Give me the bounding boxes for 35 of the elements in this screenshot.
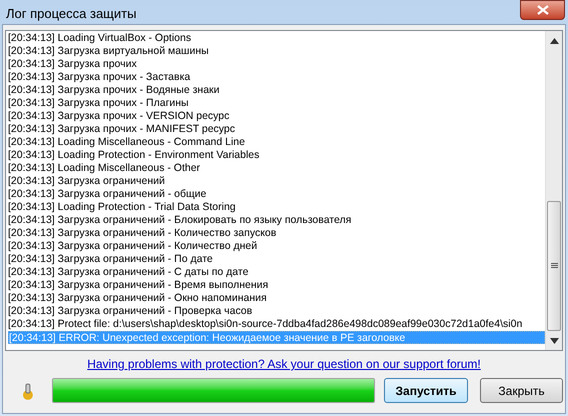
log-row[interactable]: [20:34:13] Загрузка прочих [8,58,545,71]
log-row[interactable]: [20:34:13] Загрузка прочих - Плагины [8,97,545,110]
dialog-button[interactable]: Запустить [384,378,468,403]
log-row[interactable]: [20:34:13] Загрузка прочих - Заставка [8,71,545,84]
log-row[interactable]: [20:34:13] Загрузка ограничений - Окно напоминания [8,292,545,305]
log-row[interactable]: [20:34:13] Загрузка ограничений - Проверка часов [8,305,545,318]
log-row[interactable]: [20:34:13] Загрузка виртуальной машины [8,45,545,58]
log-row[interactable]: [20:34:13] Загрузка прочих - MANIFEST ресурс [8,123,545,136]
close-icon [536,5,548,15]
log-row[interactable]: [20:34:13] Loading Protection - Environment Variables [8,149,545,162]
log-row[interactable]: [20:34:13] Protect file: d:\users\shap\desktop\si0n-source-7ddba4fad286e498dc089eaf99e030c72d1a0fe4\si0n [8,318,545,331]
scroll-thumb[interactable] [547,201,561,331]
close-button[interactable] [520,0,565,20]
log-row[interactable]: [20:34:13] Загрузка ограничений - общие [8,188,545,201]
log-row[interactable]: [20:34:13] Загрузка ограничений [8,175,545,188]
window-title: Лог процесса защиты [6,5,136,23]
log-row[interactable]: [20:34:13] Loading Protection - Trial Data Storing [8,201,545,214]
scrollbar[interactable] [545,31,562,350]
support-link[interactable]: Having problems with protection? Ask your question on our support forum! [87,355,481,373]
grip-icon [550,263,558,269]
log-row[interactable]: [20:34:13] Загрузка ограничений - Количество дней [8,240,545,253]
log-row[interactable]: [20:34:13] Загрузка ограничений - По дате [8,253,545,266]
log-list[interactable] [5,30,563,351]
dialog-button[interactable]: Закрыть [480,378,563,403]
log-row[interactable]: [20:34:13] Loading VirtualBox - Options [8,32,545,45]
log-row[interactable]: [20:34:13] Загрузка прочих - VERSION ресурс [8,110,545,123]
log-row[interactable]: [20:34:13] Loading Miscellaneous - Command Line [8,136,545,149]
scroll-up-icon[interactable] [550,38,558,44]
scroll-down-icon[interactable] [550,338,558,344]
log-row[interactable]: [20:34:13] Загрузка ограничений - Время выполнения [8,279,545,292]
log-row[interactable]: [20:34:13] Загрузка прочих - Водяные знаки [8,84,545,97]
log-row[interactable]: [20:34:13] Загрузка ограничений - Количество запусков [8,227,545,240]
log-row[interactable]: [20:34:13] Loading Miscellaneous - Other [8,162,545,175]
log-row[interactable]: [20:34:13] Загрузка ограничений - С даты по дате [8,266,545,279]
log-row[interactable]: [20:34:13] Загрузка ограничений - Блокировать по языку пользователя [8,214,545,227]
